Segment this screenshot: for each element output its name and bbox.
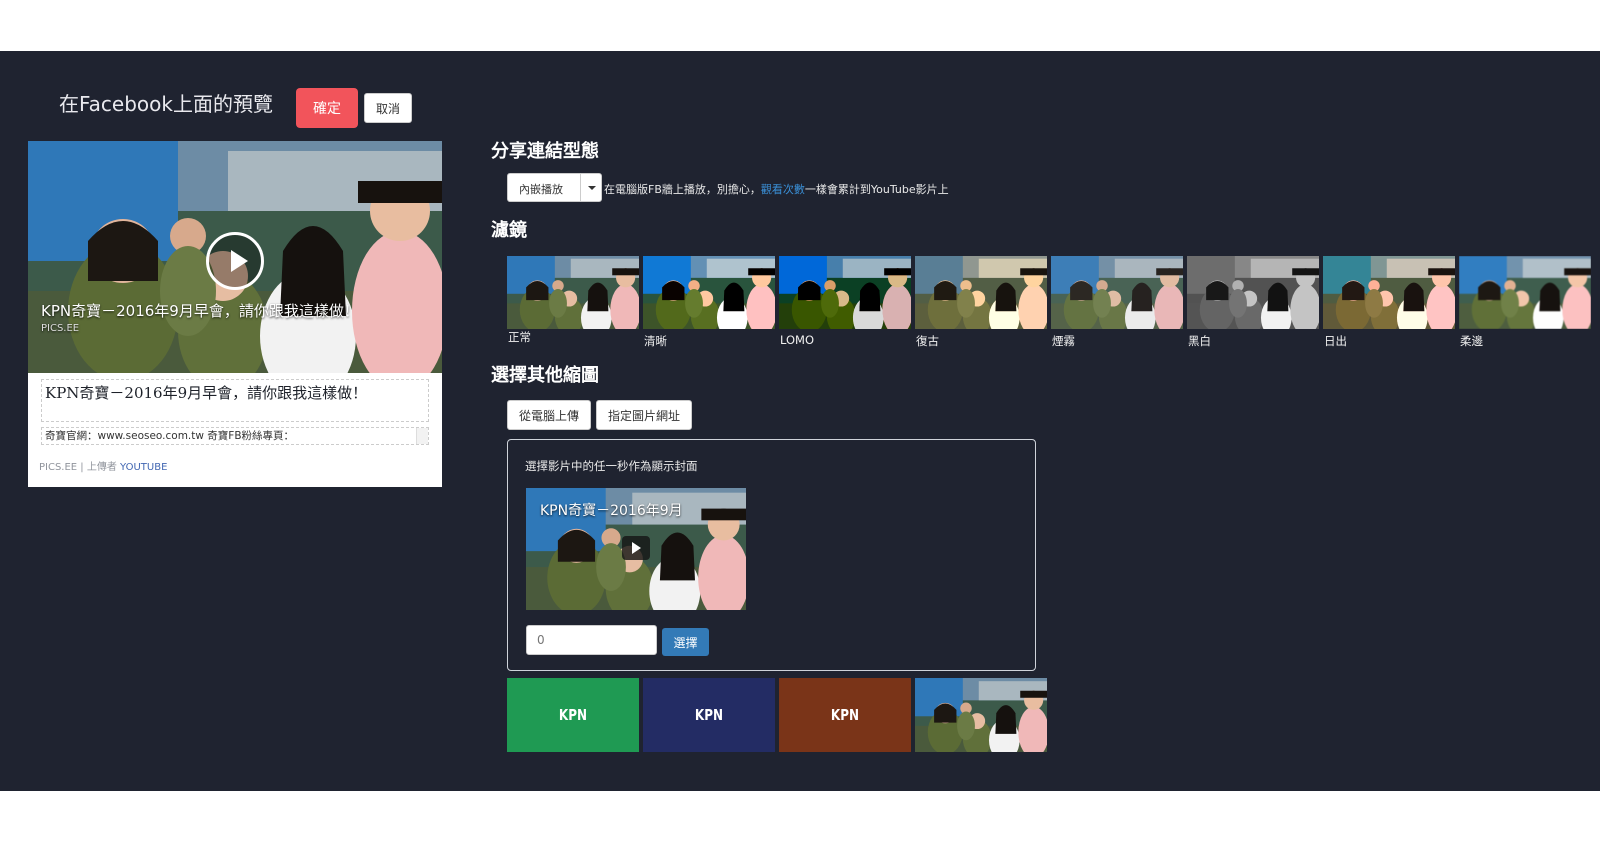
filter-preview-image <box>1051 256 1183 329</box>
page-title: 在Facebook上面的預覽 <box>59 92 273 116</box>
play-icon[interactable] <box>622 536 650 560</box>
cover-option-brown[interactable]: KPN <box>779 678 911 752</box>
filter-preview-image <box>915 256 1047 329</box>
cover-text: KPN <box>558 706 588 724</box>
seconds-input[interactable] <box>526 625 657 655</box>
video-overlay-source: PICS.EE <box>41 323 80 334</box>
cover-option-navy[interactable]: KPN <box>643 678 775 752</box>
filter-label: 清晰 <box>644 334 667 348</box>
post-description-field[interactable]: 奇寶官網：www.seoseo.com.tw 奇寶FB粉絲專頁： <box>41 427 429 445</box>
cover-option-photo[interactable] <box>915 678 1047 752</box>
filter-label: 正常 <box>508 330 531 344</box>
share-type-dropdown[interactable]: 內嵌播放 <box>507 173 602 202</box>
frame-preview-title: KPN奇寶－2016年9月 <box>540 503 683 519</box>
share-note-text-end: 一樣會累計到YouTube影片上 <box>804 183 949 196</box>
cover-text: KPN <box>830 706 860 724</box>
uploader-link[interactable]: YOUTUBE <box>120 462 167 473</box>
caret-down-icon[interactable] <box>580 174 602 201</box>
filter-preview-image <box>643 256 775 329</box>
filter-lomo[interactable]: LOMO <box>779 256 911 351</box>
filter-sunrise[interactable]: 日出 <box>1323 256 1455 351</box>
filters-heading: 濾鏡 <box>491 220 527 241</box>
filter-label: 黑白 <box>1188 334 1211 348</box>
cover-text: KPN <box>694 706 724 724</box>
filter-preview-image <box>1187 256 1319 329</box>
filter-label: LOMO <box>780 333 815 347</box>
thumbnail-heading: 選擇其他縮圖 <box>491 365 599 386</box>
filter-label: 日出 <box>1324 334 1347 348</box>
filter-label: 柔邊 <box>1460 334 1483 348</box>
post-title-field[interactable]: KPN奇寶－2016年9月早會，請你跟我這樣做！ <box>41 379 429 422</box>
filter-preview-image <box>507 256 639 329</box>
confirm-button[interactable]: 確定 <box>296 88 358 128</box>
post-meta: PICS.EE | 上傳者 YOUTUBE <box>39 458 167 473</box>
upload-from-computer-button[interactable]: 從電腦上傳 <box>507 400 591 430</box>
filter-preview-image <box>779 256 911 329</box>
share-type-heading: 分享連結型態 <box>491 141 599 162</box>
play-icon[interactable] <box>206 232 264 290</box>
facebook-preview-panel: 在Facebook上面的預覽 確定 取消 KPN奇寶－2016年9月早會，請你跟… <box>0 51 1600 791</box>
filter-normal[interactable]: 正常 <box>507 256 639 351</box>
view-count-link[interactable]: 觀看次數 <box>761 183 805 196</box>
cancel-button[interactable]: 取消 <box>364 93 412 123</box>
share-type-note: 在電腦版FB牆上播放，別擔心，觀看次數一樣會累計到YouTube影片上 <box>604 181 949 197</box>
select-frame-button[interactable]: 選擇 <box>662 628 709 656</box>
filter-haze[interactable]: 煙霧 <box>1051 256 1183 351</box>
filter-label: 煙霧 <box>1052 334 1075 348</box>
video-overlay-title: KPN奇寶－2016年9月早會，請你跟我這樣做！ <box>41 302 359 320</box>
video-thumbnail[interactable]: KPN奇寶－2016年9月早會，請你跟我這樣做！ PICS.EE <box>28 141 442 373</box>
post-meta-prefix: PICS.EE | 上傳者 <box>39 462 117 473</box>
filter-label: 復古 <box>916 334 939 348</box>
filter-vintage[interactable]: 復古 <box>915 256 1047 351</box>
filter-clear[interactable]: 清晰 <box>643 256 775 351</box>
filter-black-white[interactable]: 黑白 <box>1187 256 1319 351</box>
frame-picker-label: 選擇影片中的任一秒作為顯示封面 <box>525 459 698 473</box>
post-description-text: 奇寶官網：www.seoseo.com.tw 奇寶FB粉絲專頁： <box>45 430 295 442</box>
filter-preview-image <box>1459 256 1591 329</box>
image-url-button[interactable]: 指定圖片網址 <box>596 400 692 430</box>
cover-photo-image <box>915 678 1047 752</box>
share-type-selected: 內嵌播放 <box>519 183 563 196</box>
filter-soft-edge[interactable]: 柔邊 <box>1459 256 1591 351</box>
filter-preview-image <box>1323 256 1455 329</box>
share-note-text: 在電腦版FB牆上播放，別擔心， <box>604 183 761 196</box>
frame-preview-video[interactable]: KPN奇寶－2016年9月 <box>526 488 746 610</box>
facebook-post-preview: KPN奇寶－2016年9月早會，請你跟我這樣做！ PICS.EE KPN奇寶－2… <box>28 141 442 487</box>
cover-option-green[interactable]: KPN <box>507 678 639 752</box>
frame-picker-panel: 選擇影片中的任一秒作為顯示封面 KPN奇寶－2016年9月 選擇 <box>507 439 1036 671</box>
description-scrollbar[interactable] <box>416 428 428 444</box>
